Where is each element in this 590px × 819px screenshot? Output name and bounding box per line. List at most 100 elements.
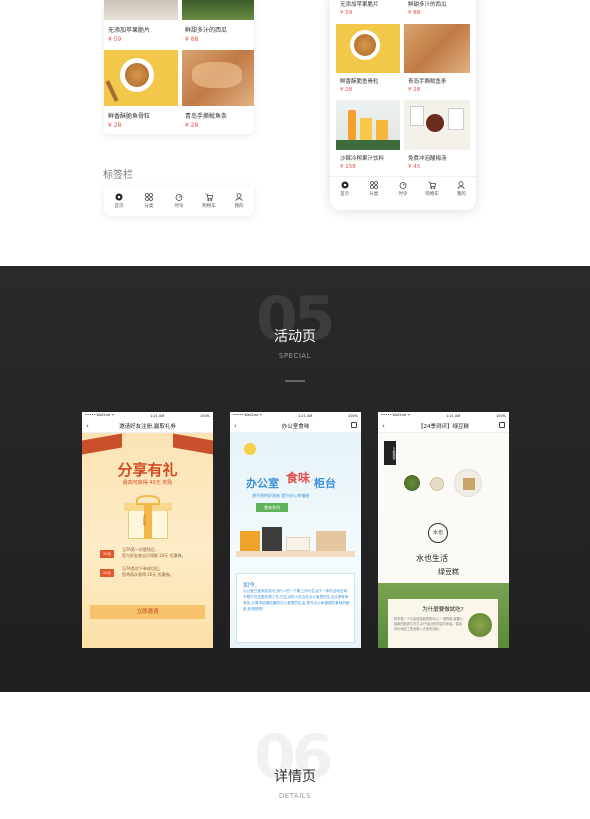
product-image-plum-tea[interactable] xyxy=(404,100,470,150)
tab-profile[interactable]: 我的 xyxy=(449,180,473,197)
product-name: 鲜香酥脆鱼骨粒 xyxy=(340,79,379,85)
back-icon[interactable]: ‹ xyxy=(86,422,89,430)
category-icon xyxy=(145,193,153,201)
desk-illustration xyxy=(236,521,355,561)
product-image-fish-bone[interactable] xyxy=(336,24,400,73)
coupon-desc: 当TA首次下单成功后, 您将再次获得 20元 优惠券。 xyxy=(122,566,174,577)
product-image-apple-chips[interactable] xyxy=(104,0,178,20)
tab-season[interactable]: 时令 xyxy=(167,193,191,209)
coupon-tag: 20元 xyxy=(100,550,114,558)
product-name: 免煮冲泡酸梅汤 xyxy=(408,156,447,162)
tab-home[interactable]: 首页 xyxy=(333,181,357,197)
product-price: ¥ 28 xyxy=(108,122,122,129)
headline: 分享有礼 xyxy=(117,461,178,479)
info-card: 为什麼要做試吃? 科学表一个元素保持品质的中心,一道简单,就要以最新的品质与方式… xyxy=(388,599,498,648)
activity-page-section: 05 活动页 SPECIAL ••••• WeChat ᯤ 1:21 AM 10… xyxy=(0,266,590,692)
screen-share-gift: ••••• WeChat ᯤ 1:21 AM 100% ‹ 邀请好友注册,赢取礼… xyxy=(82,412,213,648)
tab-profile[interactable]: 我的 xyxy=(227,193,251,209)
intro-card: 如今, 办公室已逐渐变成为当代人的一个集工作与生活于一体的活动空间。不限于在这里… xyxy=(236,573,355,643)
headline-2: 绿豆糕 xyxy=(438,568,459,576)
back-icon[interactable]: ‹ xyxy=(234,422,237,430)
product-name: 沙棘冷榨果汁饮料 xyxy=(340,156,385,162)
product-image-juice[interactable] xyxy=(336,100,400,150)
brand-circle: 水也 xyxy=(428,523,448,543)
product-name: 鲜香酥脆鱼骨粒 xyxy=(108,113,151,120)
share-gift-banner: 分享有礼 最高可获得 40元 奖励 大礼包 20元 当TA第一次登陆后, 您与好… xyxy=(82,433,213,648)
phone-mockup-right: 无添加苹果脆片 ¥ 59 鲜甜多汁的西瓜 ¥ 88 鲜香酥脆鱼骨粒 ¥ 28 青… xyxy=(330,0,476,210)
tab-season[interactable]: 时令 xyxy=(391,181,415,197)
product-name: 青岛手撕鱿鱼条 xyxy=(408,79,447,85)
sun-icon xyxy=(244,443,256,455)
season-icon xyxy=(399,181,407,189)
home-icon xyxy=(341,181,349,189)
product-image-watermelon[interactable] xyxy=(182,0,254,20)
product-price: ¥ 45 xyxy=(408,164,421,170)
page-root: 无添加苹果脆片 ¥ 59 鲜甜多汁的西瓜 ¥ 88 鲜香酥脆鱼骨粒 ¥ 28 青… xyxy=(0,0,590,819)
section-title: 详情页 xyxy=(274,769,316,785)
gift-label: 大礼包 xyxy=(143,515,147,526)
product-price: ¥ 59 xyxy=(340,10,353,16)
product-image-squid[interactable] xyxy=(182,50,254,106)
series-button[interactable]: 食味系列 xyxy=(256,503,288,512)
ribbon-right xyxy=(173,433,213,455)
product-price: ¥ 88 xyxy=(408,10,421,16)
cake-plate-image xyxy=(454,469,482,497)
subline: 最高可获得 40元 奖励 xyxy=(122,480,173,486)
tab-bar-right: 首页 分类 时令 购物车 我的 xyxy=(330,176,476,200)
tab-cart[interactable]: 购物车 xyxy=(420,181,444,197)
cup-image xyxy=(430,477,444,491)
product-image-squid[interactable] xyxy=(404,24,470,73)
tabbar-section-label: 标签栏 xyxy=(103,170,133,181)
nav-title: 邀请好友注册,赢取礼券 xyxy=(119,423,176,430)
ribbon-left xyxy=(82,433,122,455)
product-price: ¥ 158 xyxy=(340,164,356,170)
screen-mung-bean-cake: ••••• WeChat ᯤ 1:21 AM 100% ‹ 【24季测评】绿豆糕… xyxy=(378,412,509,648)
share-icon[interactable] xyxy=(351,422,357,428)
product-name: 鲜甜多汁的西瓜 xyxy=(408,2,447,8)
gift-box-image: 大礼包 xyxy=(122,495,174,541)
intro-text: 办公室已逐渐变成为当代人的一个集工作与生活于一体的活动空间。不限于在这里处理工作… xyxy=(243,589,351,611)
nav-title: 办公室食味 xyxy=(281,423,310,430)
share-icon[interactable] xyxy=(499,422,505,428)
product-grid-card-left: 无添加苹果脆片 ¥ 59 鲜甜多汁的西瓜 ¥ 88 鲜香酥脆鱼骨粒 ¥ 28 青… xyxy=(104,0,254,134)
section-divider xyxy=(285,380,305,382)
tab-category[interactable]: 分类 xyxy=(137,193,161,209)
tab-category[interactable]: 分类 xyxy=(362,180,386,197)
tab-bar-left: 首页 分类 时令 购物车 我的 xyxy=(104,186,254,216)
headline-a: 办公室 xyxy=(246,477,279,490)
spoon-beans-image xyxy=(468,613,492,637)
product-image-fish-bone[interactable] xyxy=(104,50,178,106)
seal-badge: 24季测评 xyxy=(384,441,396,465)
tab-home[interactable]: 首页 xyxy=(107,193,131,209)
card-text: 科学表一个元素保持品质的中心,一道简单,就要以最新的品质与方式,对于最近的内容与… xyxy=(394,617,463,631)
product-price: ¥ 88 xyxy=(185,36,199,43)
coupon-desc: 当TA第一次登陆后, 您与好友各自可领取 20元 优惠券。 xyxy=(122,547,186,558)
category-icon xyxy=(369,180,378,189)
product-price: ¥ 28 xyxy=(340,87,353,93)
invite-button[interactable]: 立即邀请 xyxy=(90,605,205,619)
coupon-tag: 20元 xyxy=(100,569,114,577)
product-name: 鲜甜多汁的西瓜 xyxy=(185,27,228,34)
cart-icon xyxy=(205,193,213,201)
status-bar: ••••• WeChat ᯤ 1:21 AM 100% xyxy=(82,412,213,419)
product-price: ¥ 28 xyxy=(185,122,199,129)
headline-1: 水也生活 xyxy=(416,554,448,563)
subline: 想不到的好滋味 提升办公幸福感 xyxy=(252,493,310,498)
cart-icon xyxy=(428,181,437,189)
mung-bean-banner: 24季测评 水也 水也生活 绿豆糕 为什麼要做試吃? 科学表一个元素保持品质的中… xyxy=(378,433,509,648)
nav-bar: ‹ 【24季测评】绿豆糕 xyxy=(378,419,509,433)
product-price: ¥ 59 xyxy=(108,36,122,43)
profile-icon xyxy=(235,193,243,201)
home-icon xyxy=(115,193,123,201)
status-bar: ••••• WeChat ᯤ 1:21 AM 100% xyxy=(230,412,361,419)
tab-cart[interactable]: 购物车 xyxy=(197,193,221,209)
section-subtitle: DETAILS xyxy=(278,792,312,800)
section-title: 活动页 xyxy=(274,329,316,345)
status-bar: ••••• WeChat ᯤ 1:21 AM 100% xyxy=(378,412,509,419)
season-icon xyxy=(175,193,183,201)
details-page-section: 06 详情页 DETAILS xyxy=(0,692,590,819)
screen-office-food: ••••• WeChat ᯤ 1:21 AM 100% ‹ 办公室食味 办公室 … xyxy=(230,412,361,648)
back-icon[interactable]: ‹ xyxy=(382,422,385,430)
card-title: 为什麼要做試吃? xyxy=(422,607,464,613)
headline-c: 柜台 xyxy=(314,477,336,490)
